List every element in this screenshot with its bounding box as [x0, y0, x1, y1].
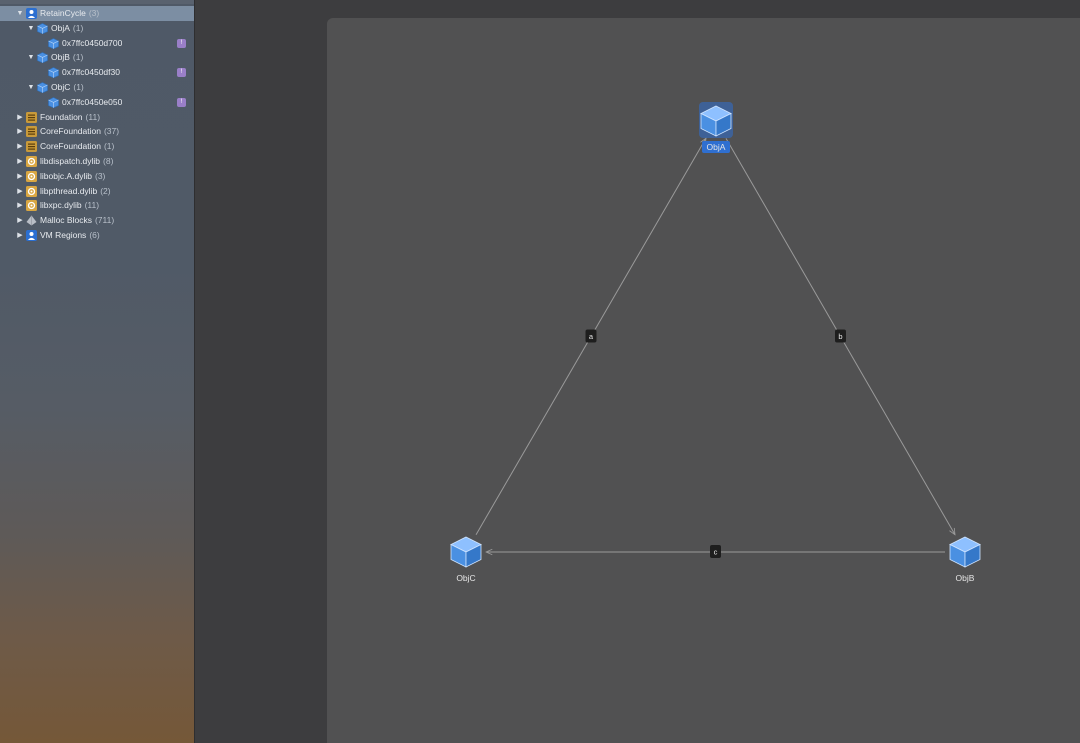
node-label: ObjA — [707, 142, 726, 152]
cube-icon — [949, 536, 981, 568]
edge-label-text: c — [714, 548, 718, 557]
node-label: ObjC — [456, 573, 475, 583]
node-label: ObjB — [956, 573, 975, 583]
edge-label-text: b — [838, 332, 842, 341]
edge-label-c[interactable]: c — [710, 545, 721, 558]
graph-node-objb[interactable]: ObjB — [949, 536, 981, 583]
cube-icon — [450, 536, 482, 568]
graph-node-obja[interactable]: ObjA — [699, 102, 733, 153]
edge-label-a[interactable]: a — [585, 329, 597, 343]
edge-label-b[interactable]: b — [835, 329, 846, 343]
memory-graph: a b c ObjA ObjB ObjC — [450, 102, 981, 583]
graph-node-objc[interactable]: ObjC — [450, 536, 482, 583]
